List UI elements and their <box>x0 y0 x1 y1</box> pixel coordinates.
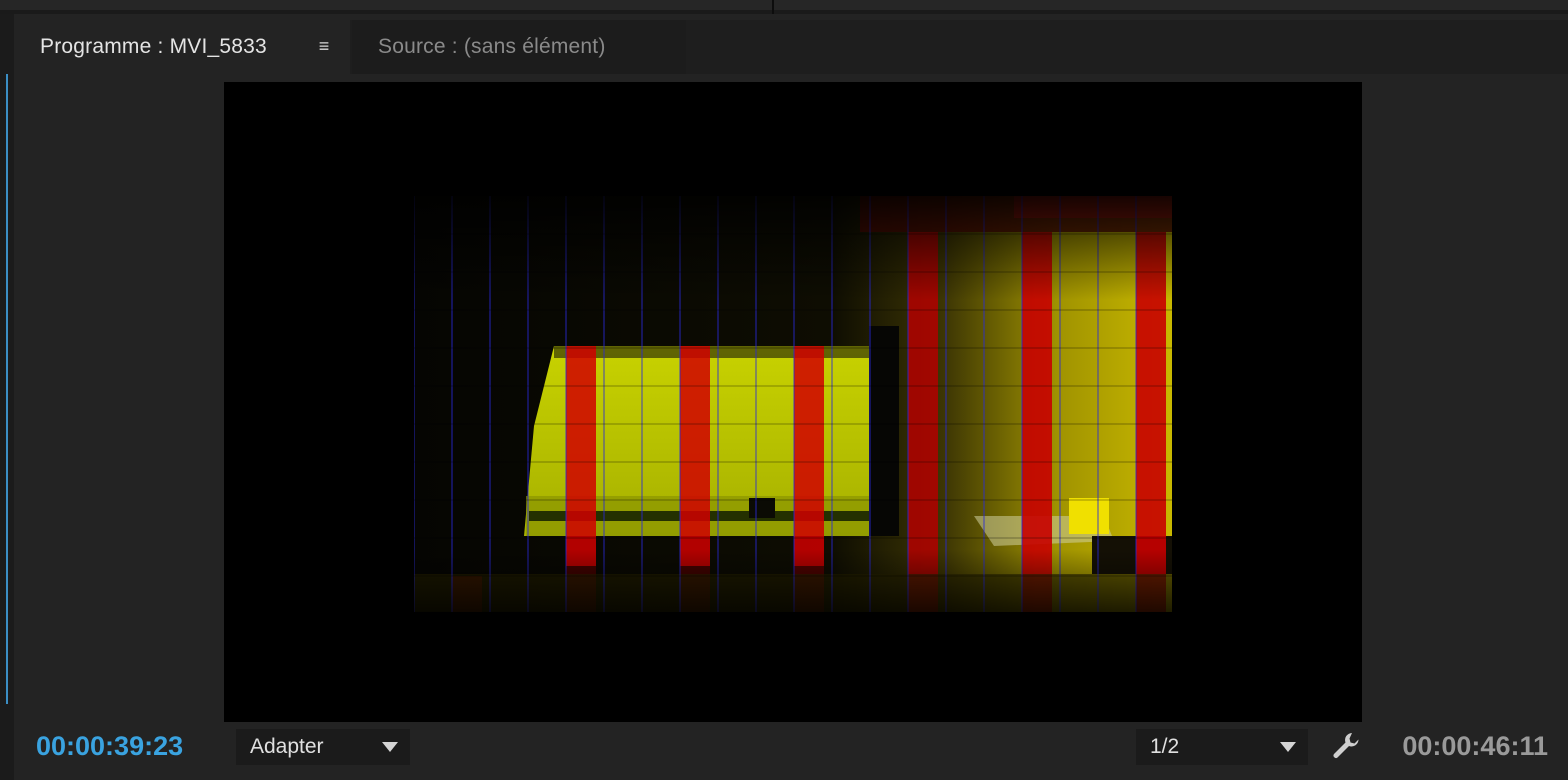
left-panel-edge <box>0 14 14 780</box>
zoom-fit-dropdown[interactable]: Adapter <box>236 729 410 765</box>
video-frame <box>414 196 1172 612</box>
tab-source-label: Source : (sans élément) <box>378 35 606 58</box>
zoom-fit-label: Adapter <box>250 735 324 758</box>
program-viewer[interactable] <box>224 82 1362 722</box>
chevron-down-icon <box>1280 742 1296 752</box>
chevron-down-icon <box>382 742 398 752</box>
top-strip <box>0 0 1568 15</box>
hamburger-icon[interactable]: ≡ <box>316 37 332 55</box>
wrench-icon[interactable] <box>1330 730 1362 762</box>
tab-program-label: Programme : MVI_5833 <box>40 35 267 58</box>
playback-resolution-dropdown[interactable]: 1/2 <box>1136 729 1308 765</box>
duration-timecode: 00:00:46:11 <box>1402 731 1548 761</box>
tab-source[interactable]: Source : (sans élément) <box>352 20 686 74</box>
focus-indicator <box>6 74 8 704</box>
video-frame-image <box>414 196 1172 612</box>
current-timecode[interactable]: 00:00:39:23 <box>36 731 183 762</box>
tab-program[interactable]: Programme : MVI_5833 <box>14 20 350 74</box>
top-right-panel <box>774 0 1568 10</box>
playback-resolution-label: 1/2 <box>1150 735 1180 758</box>
tab-bar: Programme : MVI_5833 ≡ Source : (sans él… <box>14 20 1568 74</box>
top-left-panel <box>0 0 772 10</box>
